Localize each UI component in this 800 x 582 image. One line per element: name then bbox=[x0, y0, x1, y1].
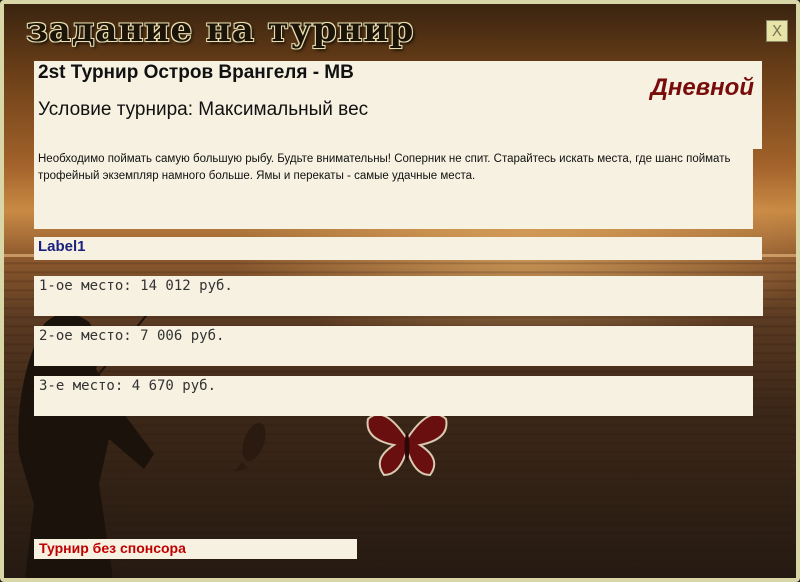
fish-image bbox=[234, 422, 266, 472]
tournament-task-window: задание на турнир X 2st Турнир Остров Вр… bbox=[0, 0, 800, 582]
sponsor-panel: Турнир без спонсора bbox=[34, 539, 357, 559]
prize-first-panel: 1-ое место: 14 012 руб. bbox=[34, 276, 763, 316]
tournament-type: Дневной bbox=[650, 74, 755, 101]
tournament-name: 2st Турнир Остров Врангеля - МВ bbox=[38, 62, 354, 83]
prize-third-panel: 3-е место: 4 670 руб. bbox=[34, 376, 753, 416]
tournament-condition: Условие турнира: Максимальный вес bbox=[38, 99, 369, 120]
prize-second: 2-ое место: 7 006 руб. bbox=[39, 328, 225, 344]
sponsor-status: Турнир без спонсора bbox=[39, 540, 186, 556]
prize-first: 1-ое место: 14 012 руб. bbox=[39, 278, 233, 294]
prize-third: 3-е место: 4 670 руб. bbox=[39, 378, 217, 394]
label1: Label1 bbox=[38, 238, 86, 255]
prize-second-panel: 2-ое место: 7 006 руб. bbox=[34, 326, 753, 366]
window-title: задание на турнир bbox=[26, 10, 415, 50]
label1-panel: Label1 bbox=[34, 237, 762, 260]
tournament-description: Необходимо поймать самую большую рыбу. Б… bbox=[38, 153, 731, 182]
tournament-header-panel: 2st Турнир Остров Врангеля - МВ Условие … bbox=[34, 61, 762, 149]
close-icon: X bbox=[771, 22, 783, 40]
tournament-description-panel: Необходимо поймать самую большую рыбу. Б… bbox=[34, 149, 753, 229]
butterfly-icon bbox=[366, 413, 448, 477]
close-button[interactable]: X bbox=[766, 20, 788, 42]
